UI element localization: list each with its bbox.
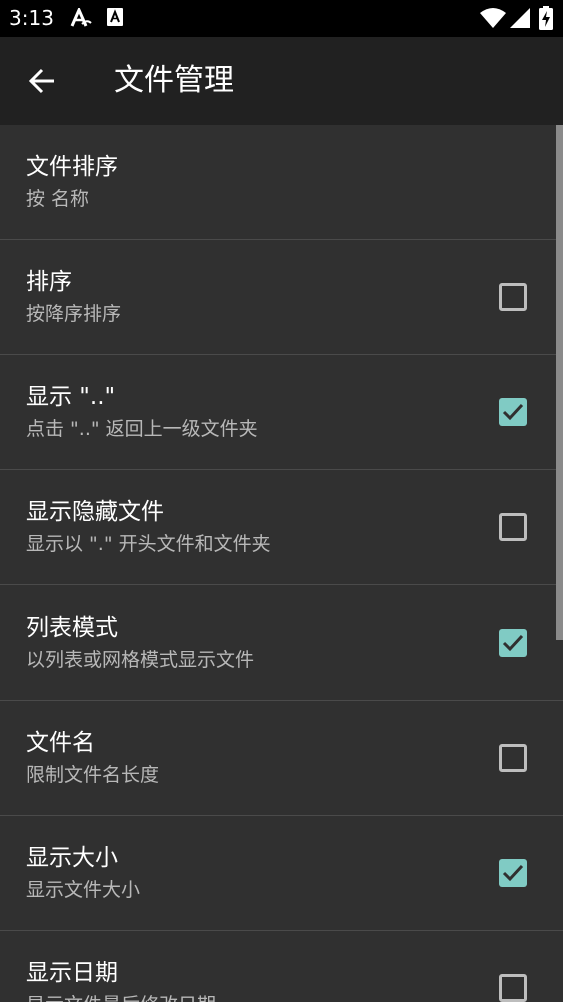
pref-title: 显示大小	[26, 845, 118, 871]
pref-summary: 限制文件名长度	[26, 764, 160, 786]
pref-show-hidden[interactable]: 显示隐藏文件 显示以 "." 开头文件和文件夹	[0, 470, 563, 585]
pref-summary: 显示文件最后修改日期	[26, 993, 216, 1002]
pref-title: 文件排序	[26, 154, 118, 180]
pref-show-size[interactable]: 显示大小 显示文件大小	[0, 816, 563, 931]
battery-charging-icon	[539, 6, 553, 34]
app-bar: 文件管理	[0, 37, 563, 125]
pref-file-name[interactable]: 文件名 限制文件名长度	[0, 701, 563, 816]
pref-sort-order[interactable]: 排序 按降序排序	[0, 240, 563, 355]
pref-summary: 以列表或网格模式显示文件	[26, 649, 255, 671]
pref-list-mode[interactable]: 列表模式 以列表或网格模式显示文件	[0, 586, 563, 701]
pref-file-sort[interactable]: 文件排序 按 名称	[0, 125, 563, 240]
checkmark-icon	[502, 634, 524, 652]
checkbox[interactable]	[499, 398, 527, 426]
pref-title: 显示 ".."	[26, 384, 116, 410]
pref-title: 列表模式	[26, 615, 118, 641]
preference-list: 文件排序 按 名称 排序 按降序排序 显示 ".." 点击 ".." 返回上一级…	[0, 125, 563, 1002]
pref-summary: 点击 ".." 返回上一级文件夹	[26, 418, 258, 440]
checkmark-icon	[502, 864, 524, 882]
checkbox[interactable]	[499, 629, 527, 657]
pref-title: 排序	[26, 269, 72, 295]
pref-summary: 按降序排序	[26, 303, 122, 325]
font-a-icon	[107, 8, 123, 30]
checkbox[interactable]	[499, 513, 527, 541]
pref-title: 文件名	[26, 730, 95, 756]
status-bar: 3:13	[0, 0, 563, 37]
checkbox[interactable]	[499, 859, 527, 887]
pref-title: 显示日期	[26, 960, 118, 986]
pref-summary: 按 名称	[26, 188, 90, 210]
pref-show-parent[interactable]: 显示 ".." 点击 ".." 返回上一级文件夹	[0, 355, 563, 470]
pref-summary: 显示文件大小	[26, 879, 141, 901]
back-button[interactable]	[18, 57, 66, 105]
scrollbar[interactable]	[556, 125, 563, 640]
signal-icon	[509, 7, 531, 33]
pref-show-date[interactable]: 显示日期 显示文件最后修改日期	[0, 931, 563, 1002]
page-title: 文件管理	[114, 63, 234, 98]
checkmark-icon	[502, 403, 524, 421]
text-a-icon	[70, 6, 92, 32]
checkbox[interactable]	[499, 283, 527, 311]
status-time: 3:13	[9, 6, 54, 30]
checkbox[interactable]	[499, 974, 527, 1002]
checkbox[interactable]	[499, 744, 527, 772]
arrow-left-icon	[28, 68, 54, 94]
pref-summary: 显示以 "." 开头文件和文件夹	[26, 533, 271, 555]
pref-title: 显示隐藏文件	[26, 499, 164, 525]
wifi-icon	[480, 7, 506, 33]
